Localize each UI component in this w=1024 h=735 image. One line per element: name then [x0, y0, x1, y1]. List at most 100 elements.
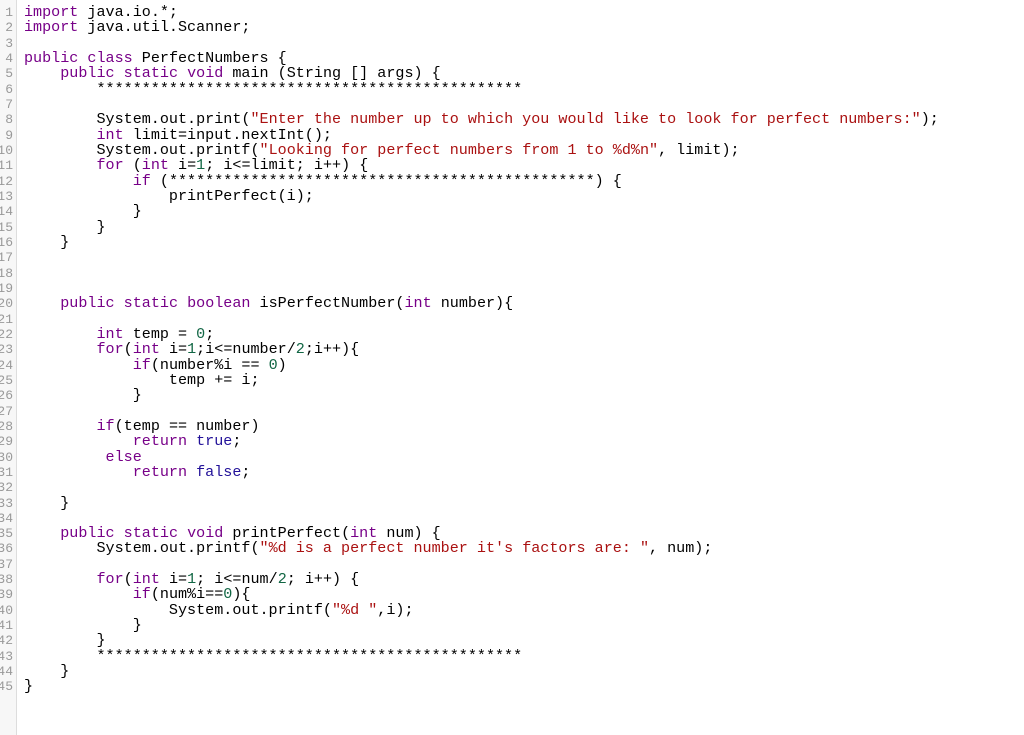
line-number: 41	[0, 618, 13, 634]
line-number: 19	[0, 280, 13, 296]
line-number: 26	[0, 388, 13, 404]
line-number: 44	[0, 664, 13, 680]
code-token: }	[24, 232, 70, 251]
line-number: 32	[0, 480, 13, 496]
code-line[interactable]: }	[24, 388, 1024, 403]
code-area[interactable]: import java.io.*; import java.util.Scanne…	[24, 4, 1024, 695]
code-token: ;i++){	[304, 340, 360, 359]
line-number: 37	[0, 556, 13, 572]
code-line[interactable]: }	[24, 493, 1024, 512]
code-token: number){	[431, 294, 514, 313]
code-line[interactable]: return false;	[24, 462, 1024, 481]
keyword-token: boolean	[187, 294, 251, 313]
line-number: 7	[5, 96, 13, 112]
code-line[interactable]	[24, 250, 1024, 265]
line-number: 33	[0, 495, 13, 511]
code-line[interactable]	[24, 480, 1024, 495]
code-line[interactable]: }	[24, 617, 1024, 633]
line-number: 1	[5, 5, 13, 20]
line-number: 40	[0, 602, 13, 618]
code-token: }	[24, 677, 34, 696]
line-number: 12	[0, 173, 13, 189]
code-line[interactable]: }	[24, 219, 1024, 235]
code-token: }	[24, 493, 70, 512]
line-number: 21	[0, 311, 13, 327]
line-number: 39	[0, 587, 13, 603]
code-token: }	[24, 386, 142, 405]
atom-token: false	[196, 462, 242, 481]
code-line[interactable]: temp += i;	[24, 372, 1024, 388]
code-line[interactable]: System.out.printf("%d is a perfect numbe…	[24, 541, 1024, 556]
code-line[interactable]: import java.util.Scanner;	[24, 20, 1024, 35]
line-number: 13	[0, 188, 13, 204]
keyword-token: int	[404, 294, 432, 313]
number-token: 2	[277, 570, 287, 589]
code-line[interactable]	[24, 266, 1024, 281]
code-token: )	[277, 355, 287, 374]
code-editor[interactable]: 1234567891011121314151617181920212223242…	[0, 0, 1024, 735]
keyword-token: return	[132, 462, 188, 481]
line-number: 35	[0, 526, 13, 542]
line-number: 43	[0, 648, 13, 664]
line-number: 8	[5, 112, 13, 128]
code-line[interactable]: public static boolean isPerfectNumber(in…	[24, 296, 1024, 311]
code-token: java.util.Scanner;	[78, 18, 251, 37]
code-line[interactable]: System.out.printf("%d ",i);	[24, 600, 1024, 619]
code-token: System.out.printf(	[24, 539, 260, 558]
line-number: 6	[5, 81, 13, 97]
line-number: 2	[5, 20, 13, 36]
line-number: 11	[0, 158, 13, 174]
code-token: ****************************************…	[24, 646, 523, 665]
line-number: 5	[5, 66, 13, 82]
line-number: 28	[0, 418, 13, 434]
code-line[interactable]: }	[24, 679, 1024, 694]
line-number: 10	[0, 142, 13, 158]
line-number: 14	[0, 204, 13, 220]
string-token: "%d is a perfect number it's factors are…	[259, 539, 649, 558]
line-number: 29	[0, 434, 13, 450]
number-token: 0	[268, 355, 278, 374]
line-number: 31	[0, 464, 13, 480]
line-number: 24	[0, 357, 13, 373]
line-numbers: 1234567891011121314151617181920212223242…	[0, 5, 13, 695]
code-line[interactable]: return true;	[24, 434, 1024, 449]
line-number: 4	[5, 50, 13, 66]
line-number: 30	[0, 449, 13, 465]
code-token: );	[920, 110, 939, 129]
keyword-token: public	[60, 294, 115, 313]
line-number: 38	[0, 572, 13, 588]
keyword-token: static	[123, 294, 179, 313]
line-number: 22	[0, 326, 13, 342]
string-token: "%d "	[331, 600, 378, 619]
line-number: 18	[0, 265, 13, 281]
line-number-gutter: 1234567891011121314151617181920212223242…	[0, 0, 17, 735]
line-number: 36	[0, 541, 13, 557]
keyword-token: import	[24, 18, 79, 37]
line-number: 23	[0, 342, 13, 358]
code-token: isPerfectNumber(	[250, 294, 405, 313]
code-token: ;	[241, 462, 251, 481]
code-line[interactable]: ****************************************…	[24, 81, 1024, 97]
code-token: , limit);	[658, 140, 740, 159]
code-line[interactable]: printPerfect(i);	[24, 188, 1024, 204]
line-number: 17	[0, 250, 13, 266]
code-line[interactable]: }	[24, 663, 1024, 679]
code-line[interactable]: }	[24, 232, 1024, 251]
line-number: 16	[0, 234, 13, 250]
code-line[interactable]: ****************************************…	[24, 646, 1024, 665]
string-token: "Enter the number up to which you would …	[250, 110, 921, 129]
code-token: ; i++) {	[286, 570, 360, 589]
line-number: 3	[5, 35, 13, 51]
line-number: 9	[5, 127, 13, 143]
code-line[interactable]: }	[24, 204, 1024, 219]
line-number: 20	[0, 296, 13, 312]
number-token: 2	[295, 340, 305, 359]
line-number: 25	[0, 372, 13, 388]
code-token: ,i);	[377, 600, 414, 619]
